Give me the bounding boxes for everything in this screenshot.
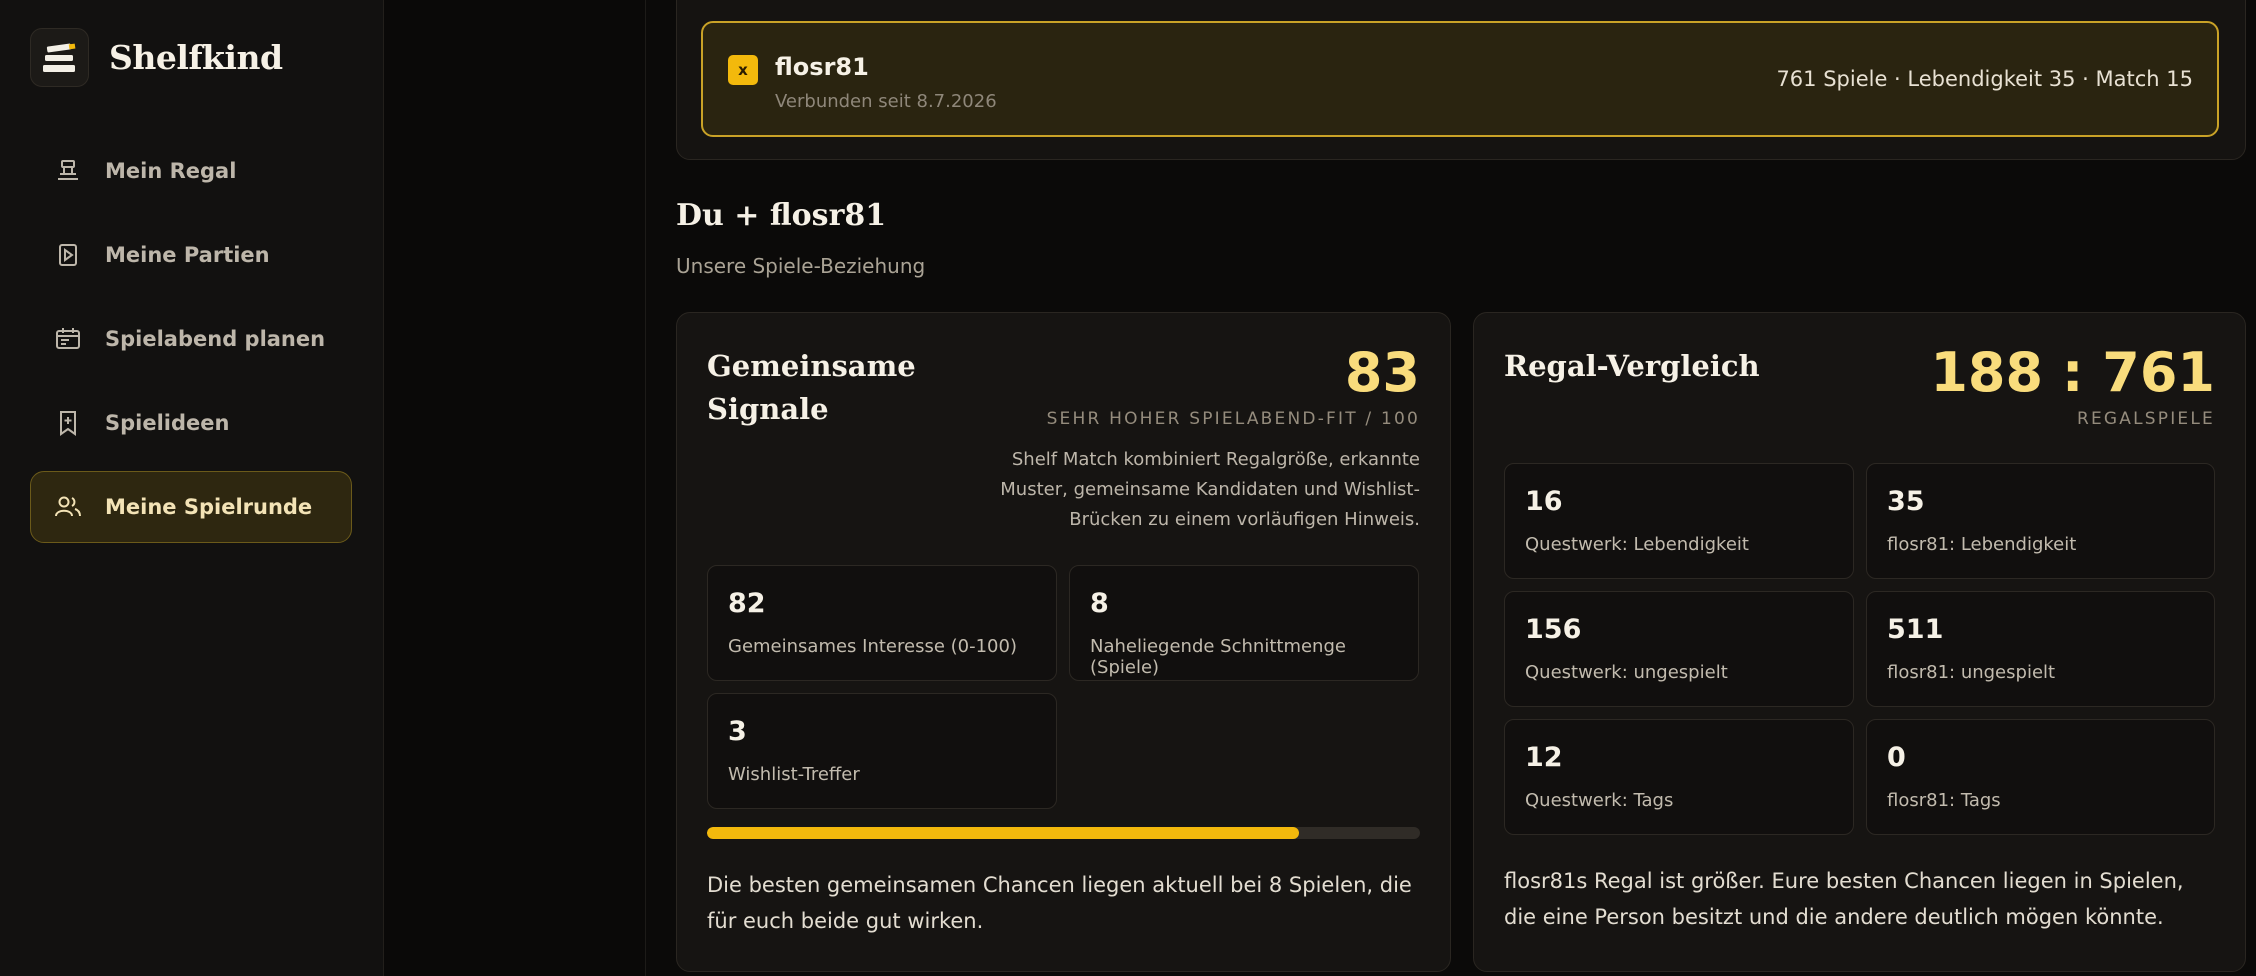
- page-subtitle: Unsere Spiele-Beziehung: [676, 254, 926, 278]
- stat-label: Gemeinsames Interesse (0-100): [728, 636, 1017, 657]
- stat-value: 16: [1525, 486, 1563, 517]
- connection-card[interactable]: x flosr81 Verbunden seit 8.7.2026 761 Sp…: [701, 21, 2219, 137]
- sidebar-item-spielideen[interactable]: Spielideen: [30, 387, 352, 459]
- stat-value: 35: [1887, 486, 1925, 517]
- app-name: Shelfkind: [109, 38, 283, 77]
- stat-label: Questwerk: Lebendigkeit: [1525, 534, 1749, 555]
- connection-name: flosr81: [775, 53, 869, 81]
- sidebar-item-spielabend-planen[interactable]: Spielabend planen: [30, 303, 352, 375]
- stat-tile: 3 Wishlist-Treffer: [707, 693, 1057, 809]
- logo-icon: [30, 28, 89, 87]
- stat-tile: 8 Naheliegende Schnittmenge (Spiele): [1069, 565, 1419, 681]
- progress-fill: [707, 827, 1299, 839]
- stat-value: 511: [1887, 614, 1944, 645]
- shelf-comparison-card: Regal-Vergleich 188 : 761 REGALSPIELE 16…: [1473, 312, 2246, 972]
- stat-label: flosr81: ungespielt: [1887, 662, 2056, 683]
- stat-label: flosr81: Lebendigkeit: [1887, 534, 2077, 555]
- match-score: 83: [1344, 341, 1420, 404]
- remove-connection-button[interactable]: x: [728, 55, 758, 85]
- gutter: [384, 0, 646, 976]
- sidebar-item-meine-partien[interactable]: Meine Partien: [30, 219, 352, 291]
- sidebar-item-label: Spielabend planen: [105, 327, 326, 351]
- brand[interactable]: Shelfkind: [30, 28, 283, 87]
- match-progress-bar: [707, 827, 1420, 839]
- sidebar-item-label: Spielideen: [105, 411, 230, 435]
- sidebar-item-mein-regal[interactable]: Mein Regal: [30, 135, 352, 207]
- connection-stats: 761 Spiele · Lebendigkeit 35 · Match 15: [1776, 67, 2193, 91]
- sidebar-item-label: Meine Spielrunde: [105, 495, 313, 519]
- stat-value: 0: [1887, 742, 1906, 773]
- stat-tile: 0 flosr81: Tags: [1866, 719, 2215, 835]
- signals-summary: Die besten gemeinsamen Chancen liegen ak…: [707, 873, 1412, 933]
- sidebar-nav: Mein Regal Meine Partien Spielabend plan…: [30, 135, 352, 555]
- main-content: x flosr81 Verbunden seit 8.7.2026 761 Sp…: [646, 0, 2256, 976]
- sidebar-item-meine-spielrunde[interactable]: Meine Spielrunde: [30, 471, 352, 543]
- sidebar-item-label: Meine Partien: [105, 243, 270, 267]
- stat-tile: 82 Gemeinsames Interesse (0-100): [707, 565, 1057, 681]
- page-title: Du + flosr81: [676, 198, 887, 233]
- match-description: Shelf Match kombiniert Regalgröße, erkan…: [1000, 449, 1420, 530]
- play-icon: [53, 240, 83, 270]
- shelf-ratio-caption: REGALSPIELE: [2076, 409, 2215, 429]
- card-title: Regal-Vergleich: [1504, 349, 1760, 383]
- users-icon: [53, 492, 83, 522]
- connection-since: Verbunden seit 8.7.2026: [775, 91, 997, 112]
- match-score-caption: SEHR HOHER SPIELABEND-FIT / 100: [1046, 409, 1420, 429]
- stat-value: 8: [1090, 588, 1109, 619]
- stat-value: 3: [728, 716, 747, 747]
- stat-label: Questwerk: ungespielt: [1525, 662, 1728, 683]
- stat-tile: 16 Questwerk: Lebendigkeit: [1504, 463, 1854, 579]
- sidebar-item-label: Mein Regal: [105, 159, 237, 183]
- shelf-icon: [53, 156, 83, 186]
- stat-tile: 511 flosr81: ungespielt: [1866, 591, 2215, 707]
- card-title-line: Signale: [707, 392, 829, 426]
- card-title: Gemeinsame Signale: [707, 345, 916, 431]
- stat-value: 12: [1525, 742, 1563, 773]
- calendar-icon: [53, 324, 83, 354]
- stat-label: Questwerk: Tags: [1525, 790, 1674, 811]
- stat-label: Wishlist-Treffer: [728, 764, 860, 785]
- comparison-summary: flosr81s Regal ist größer. Eure besten C…: [1504, 869, 2184, 929]
- shared-signals-card: Gemeinsame Signale 83 SEHR HOHER SPIELAB…: [676, 312, 1451, 972]
- stat-tile: 12 Questwerk: Tags: [1504, 719, 1854, 835]
- card-title-line: Gemeinsame: [707, 349, 916, 383]
- sidebar: Shelfkind Mein Regal Meine Partien Spiel…: [0, 0, 384, 976]
- stat-tile: 156 Questwerk: ungespielt: [1504, 591, 1854, 707]
- stat-value: 82: [728, 588, 766, 619]
- bookmark-plus-icon: [53, 408, 83, 438]
- stat-tile: 35 flosr81: Lebendigkeit: [1866, 463, 2215, 579]
- stat-label: flosr81: Tags: [1887, 790, 2001, 811]
- stat-value: 156: [1525, 614, 1582, 645]
- shelf-ratio: 188 : 761: [1930, 341, 2215, 404]
- stat-label: Naheliegende Schnittmenge (Spiele): [1090, 636, 1346, 678]
